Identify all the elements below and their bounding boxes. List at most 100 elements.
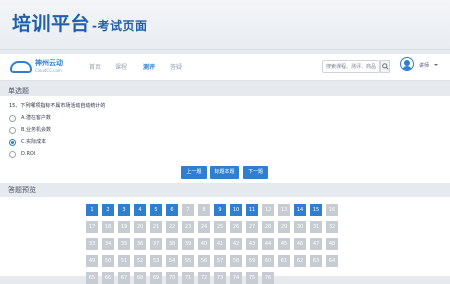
question-number-cell[interactable]: 73 — [214, 272, 226, 284]
question-number-cell[interactable]: 49 — [86, 255, 98, 267]
question-number-cell[interactable]: 1 — [86, 204, 98, 216]
question-number-cell[interactable]: 25 — [214, 221, 226, 233]
page-subtitle: -考试页面 — [92, 19, 148, 33]
question-number-cell[interactable]: 27 — [246, 221, 258, 233]
question-number-cell[interactable]: 31 — [310, 221, 322, 233]
radio-button[interactable] — [9, 151, 16, 158]
question-number-cell[interactable]: 40 — [198, 238, 210, 250]
nav-link-home[interactable]: 首页 — [89, 62, 101, 71]
user-name[interactable]: 讲师 — [419, 62, 429, 69]
question-number-cell[interactable]: 29 — [278, 221, 290, 233]
question-number-cell[interactable]: 28 — [262, 221, 274, 233]
question-number-cell[interactable]: 34 — [102, 238, 114, 250]
prev-question-button[interactable]: 上一题 — [181, 166, 207, 179]
logo-text: 神州云动 — [35, 59, 63, 67]
question-number-cell[interactable]: 66 — [102, 272, 114, 284]
question-number-cell[interactable]: 60 — [262, 255, 274, 267]
question-number-cell[interactable]: 56 — [198, 255, 210, 267]
avatar[interactable] — [400, 57, 414, 71]
question-number-cell[interactable]: 13 — [278, 204, 290, 216]
nav-link-courses[interactable]: 课程 — [115, 62, 127, 71]
question-number-cell[interactable]: 18 — [102, 221, 114, 233]
question-number-cell[interactable]: 32 — [326, 221, 338, 233]
question-number-cell[interactable]: 53 — [150, 255, 162, 267]
mark-question-button[interactable]: 标题本题 — [210, 166, 239, 179]
question-number-cell[interactable]: 9 — [214, 204, 226, 216]
radio-button[interactable] — [9, 115, 16, 122]
question-number-cell[interactable]: 57 — [214, 255, 226, 267]
question-number-cell[interactable]: 51 — [118, 255, 130, 267]
question-number-cell[interactable]: 2 — [102, 204, 114, 216]
question-number-cell[interactable]: 52 — [134, 255, 146, 267]
question-number-cell[interactable]: 26 — [230, 221, 242, 233]
platform-title: 培训平台 — [12, 13, 91, 35]
question-number-cell[interactable]: 24 — [198, 221, 210, 233]
question-number-cell[interactable]: 64 — [326, 255, 338, 267]
question-number-cell[interactable]: 12 — [262, 204, 274, 216]
search-input[interactable]: 搜索课程、测评、商品 — [322, 60, 380, 73]
question-type-heading: 单选题 — [8, 87, 29, 95]
question-number-cell[interactable]: 65 — [86, 272, 98, 284]
question-number-cell[interactable]: 16 — [326, 204, 338, 216]
nav-link-qa[interactable]: 答疑 — [170, 62, 182, 71]
question-number-cell[interactable]: 48 — [326, 238, 338, 250]
answer-option-label: A.潜在客户数 — [21, 115, 51, 121]
question-number-cell[interactable]: 70 — [166, 272, 178, 284]
nav-link-assessment[interactable]: 测评 — [143, 62, 155, 71]
question-number-cell[interactable]: 7 — [182, 204, 194, 216]
question-number-cell[interactable]: 14 — [294, 204, 306, 216]
question-number-cell[interactable]: 62 — [294, 255, 306, 267]
question-number-cell[interactable]: 54 — [166, 255, 178, 267]
question-number-cell[interactable]: 42 — [230, 238, 242, 250]
question-number-cell[interactable]: 47 — [310, 238, 322, 250]
question-number-cell[interactable]: 19 — [118, 221, 130, 233]
question-number-cell[interactable]: 35 — [118, 238, 130, 250]
question-number-cell[interactable]: 15 — [310, 204, 322, 216]
question-number-cell[interactable]: 71 — [182, 272, 194, 284]
question-number-cell[interactable]: 75 — [246, 272, 258, 284]
question-number-cell[interactable]: 8 — [198, 204, 210, 216]
question-number-cell[interactable]: 3 — [118, 204, 130, 216]
next-question-button[interactable]: 下一题 — [243, 166, 268, 179]
question-number-cell[interactable]: 58 — [230, 255, 242, 267]
question-number-cell[interactable]: 74 — [230, 272, 242, 284]
answer-sheet-heading: 答题预览 — [8, 186, 36, 194]
question-number-cell[interactable]: 76 — [262, 272, 274, 284]
question-number-cell[interactable]: 45 — [278, 238, 290, 250]
question-number-cell[interactable]: 55 — [182, 255, 194, 267]
question-number-cell[interactable]: 23 — [182, 221, 194, 233]
chevron-down-icon[interactable] — [434, 64, 438, 66]
question-number-cell[interactable]: 10 — [230, 204, 242, 216]
question-number-cell[interactable]: 21 — [150, 221, 162, 233]
question-number-cell[interactable]: 11 — [246, 204, 258, 216]
question-number-cell[interactable]: 20 — [134, 221, 146, 233]
radio-button[interactable] — [9, 139, 16, 146]
logo[interactable]: 神州云动 CloudCC.com — [10, 57, 70, 77]
question-number-cell[interactable]: 67 — [118, 272, 130, 284]
question-number-cell[interactable]: 63 — [310, 255, 322, 267]
question-number-cell[interactable]: 33 — [86, 238, 98, 250]
question-number-cell[interactable]: 69 — [150, 272, 162, 284]
question-number-cell[interactable]: 6 — [166, 204, 178, 216]
question-number-cell[interactable]: 17 — [86, 221, 98, 233]
question-number-cell[interactable]: 37 — [150, 238, 162, 250]
question-number-cell[interactable]: 5 — [150, 204, 162, 216]
question-number-cell[interactable]: 50 — [102, 255, 114, 267]
question-number-cell[interactable]: 38 — [166, 238, 178, 250]
question-number-cell[interactable]: 41 — [214, 238, 226, 250]
question-number-cell[interactable]: 43 — [246, 238, 258, 250]
search-button[interactable] — [380, 60, 390, 73]
question-number-cell[interactable]: 30 — [294, 221, 306, 233]
question-number-cell[interactable]: 22 — [166, 221, 178, 233]
question-number-cell[interactable]: 39 — [182, 238, 194, 250]
question-number-cell[interactable]: 61 — [278, 255, 290, 267]
question-number-cell[interactable]: 4 — [134, 204, 146, 216]
radio-button[interactable] — [9, 127, 16, 134]
question-number-cell[interactable]: 44 — [262, 238, 274, 250]
question-number-cell[interactable]: 46 — [294, 238, 306, 250]
question-number-cell[interactable]: 72 — [198, 272, 210, 284]
question-number-cell[interactable]: 59 — [246, 255, 258, 267]
question-number-cell[interactable]: 36 — [134, 238, 146, 250]
question-number-cell[interactable]: 68 — [134, 272, 146, 284]
top-nav: 神州云动 CloudCC.com 首页 课程 测评 答疑 搜索课程、测评、商品 … — [0, 54, 450, 81]
